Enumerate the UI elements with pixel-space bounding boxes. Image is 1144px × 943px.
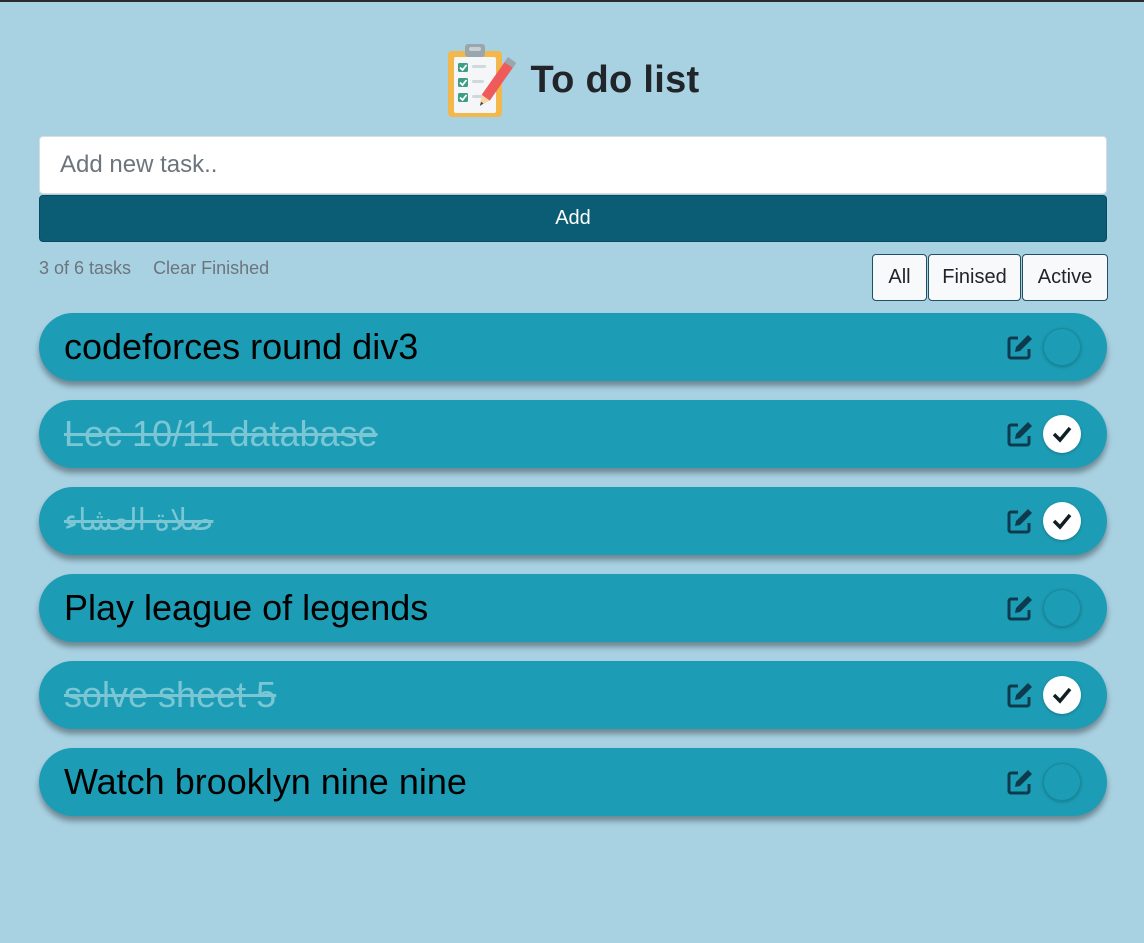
complete-toggle[interactable] <box>1043 676 1081 714</box>
check-icon <box>1052 687 1072 704</box>
task-count: 3 of 6 tasks <box>39 258 132 278</box>
check-icon <box>1052 513 1072 530</box>
filter-all-button[interactable]: All <box>872 254 927 301</box>
task-text[interactable]: solve sheet 5 <box>64 661 276 729</box>
add-task-button[interactable]: Add <box>39 195 1107 242</box>
task-list: codeforces round div3 Lec 10/11 database… <box>39 313 1107 835</box>
new-task-input[interactable] <box>39 136 1107 194</box>
filter-finished-button[interactable]: Finised <box>928 254 1021 301</box>
clear-finished-link[interactable]: Clear Finished <box>153 258 269 279</box>
task-item: صلاة العشاء <box>39 487 1107 555</box>
clipboard-checklist-icon <box>448 44 517 117</box>
filter-active-button[interactable]: Active <box>1022 254 1108 301</box>
task-text[interactable]: Lec 10/11 database <box>64 400 378 468</box>
task-text[interactable]: Watch brooklyn nine nine <box>64 748 467 816</box>
task-item: solve sheet 5 <box>39 661 1107 729</box>
page-title: To do list <box>530 58 700 101</box>
complete-toggle[interactable] <box>1043 415 1081 453</box>
edit-icon[interactable] <box>1005 593 1035 623</box>
task-item: Lec 10/11 database <box>39 400 1107 468</box>
edit-icon[interactable] <box>1005 767 1035 797</box>
edit-icon[interactable] <box>1005 332 1035 362</box>
task-text[interactable]: صلاة العشاء <box>64 487 213 555</box>
complete-toggle[interactable] <box>1043 328 1081 366</box>
check-icon <box>1052 426 1072 443</box>
complete-toggle[interactable] <box>1043 502 1081 540</box>
edit-icon[interactable] <box>1005 419 1035 449</box>
task-stats: 3 of 6 tasks Clear Finished <box>39 258 269 279</box>
task-item: Play league of legends <box>39 574 1107 642</box>
complete-toggle[interactable] <box>1043 763 1081 801</box>
task-text[interactable]: Play league of legends <box>64 574 428 642</box>
complete-toggle[interactable] <box>1043 589 1081 627</box>
edit-icon[interactable] <box>1005 680 1035 710</box>
task-item: Watch brooklyn nine nine <box>39 748 1107 816</box>
app-header: To do list <box>0 40 1144 120</box>
filter-group: All Finised Active <box>872 254 1108 301</box>
task-text[interactable]: codeforces round div3 <box>64 313 418 381</box>
task-item: codeforces round div3 <box>39 313 1107 381</box>
edit-icon[interactable] <box>1005 506 1035 536</box>
